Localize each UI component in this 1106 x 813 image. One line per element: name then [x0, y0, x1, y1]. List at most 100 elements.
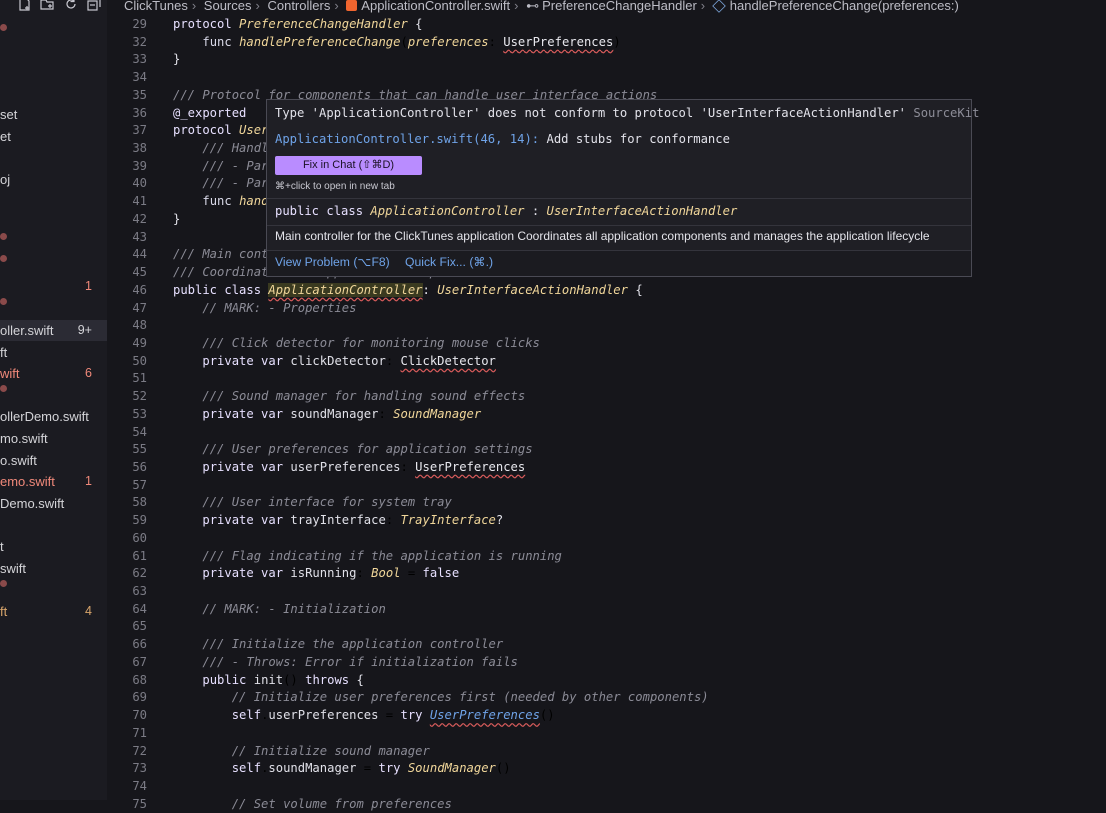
- code-text[interactable]: private var isRunning: Bool = false: [173, 565, 459, 583]
- problem-count-badge: 4: [85, 604, 92, 618]
- code-line[interactable]: 54: [107, 424, 1106, 442]
- code-text[interactable]: /// Flag indicating if the application i…: [173, 548, 562, 566]
- code-line[interactable]: 50 private var clickDetector: ClickDetec…: [107, 353, 1106, 371]
- location-link[interactable]: ApplicationController.swift(46, 14):: [275, 132, 539, 146]
- file-tree-status-row[interactable]: [0, 385, 7, 392]
- code-line[interactable]: 34: [107, 69, 1106, 87]
- fix-in-chat-button[interactable]: Fix in Chat (⇧⌘D): [275, 156, 422, 175]
- code-line[interactable]: 63: [107, 583, 1106, 601]
- quick-fix-link[interactable]: Quick Fix... (⌘.): [405, 255, 493, 269]
- file-tree-item[interactable]: t: [0, 536, 107, 557]
- file-tree-item[interactable]: o.swift: [0, 450, 107, 471]
- code-line[interactable]: 60: [107, 530, 1106, 548]
- new-folder-icon[interactable]: [40, 0, 54, 11]
- file-tree-status-row[interactable]: [0, 580, 7, 587]
- file-tree-item[interactable]: emo.swift 1: [0, 471, 107, 492]
- refresh-icon[interactable]: [64, 0, 78, 11]
- code-line[interactable]: 69 // Initialize user preferences first …: [107, 689, 1106, 707]
- chevron-right-icon: ›: [514, 0, 519, 14]
- code-line[interactable]: 73 self.soundManager = try SoundManager(…: [107, 760, 1106, 778]
- code-line[interactable]: 65: [107, 618, 1106, 636]
- code-line[interactable]: 56 private var userPreferences: UserPref…: [107, 459, 1106, 477]
- code-line[interactable]: 67 /// - Throws: Error if initialization…: [107, 654, 1106, 672]
- line-number: 46: [132, 282, 147, 297]
- code-line[interactable]: 74: [107, 778, 1106, 796]
- breadcrumb-item-method[interactable]: handlePreferenceChange(preferences:): [730, 0, 959, 13]
- collapse-all-icon[interactable]: [87, 0, 101, 11]
- code-line[interactable]: 70 self.userPreferences = try UserPrefer…: [107, 707, 1106, 725]
- file-tree-item[interactable]: oller.swift 9+: [0, 320, 107, 341]
- code-line[interactable]: 71: [107, 725, 1106, 743]
- breadcrumb-item-sources[interactable]: Sources: [204, 0, 252, 13]
- code-text[interactable]: // Initialize user preferences first (ne…: [173, 689, 709, 707]
- code-line[interactable]: 55 /// User preferences for application …: [107, 441, 1106, 459]
- code-line[interactable]: 52 /// Sound manager for handling sound …: [107, 388, 1106, 406]
- file-tree-status-row[interactable]: [0, 24, 7, 31]
- file-tree-item[interactable]: ft: [0, 342, 107, 363]
- code-text[interactable]: // Set volume from preferences: [173, 796, 452, 813]
- file-tree-item[interactable]: ft 4: [0, 601, 107, 622]
- code-line[interactable]: 68 public init() throws {: [107, 672, 1106, 690]
- breadcrumb-item-file[interactable]: ApplicationController.swift: [361, 0, 510, 13]
- code-text[interactable]: /// User preferences for application set…: [173, 441, 532, 459]
- code-text[interactable]: }: [173, 211, 180, 229]
- new-file-icon[interactable]: [17, 0, 31, 11]
- code-text[interactable]: self.soundManager = try SoundManager(): [173, 760, 511, 778]
- breadcrumb-item-protocol[interactable]: PreferenceChangeHandler: [542, 0, 697, 13]
- code-line[interactable]: 61 /// Flag indicating if the applicatio…: [107, 548, 1106, 566]
- code-line[interactable]: 57: [107, 477, 1106, 495]
- code-text[interactable]: private var soundManager: SoundManager: [173, 406, 481, 424]
- code-text[interactable]: func handlePreferenceChange(preferences:…: [173, 34, 620, 52]
- sig-sep: :: [524, 204, 547, 218]
- code-text[interactable]: @_exported: [173, 105, 246, 123]
- code-line[interactable]: 58 /// User interface for system tray: [107, 494, 1106, 512]
- code-line[interactable]: 33}: [107, 51, 1106, 69]
- code-text[interactable]: }: [173, 51, 180, 69]
- code-line[interactable]: 29 protocol PreferenceChangeHandler {: [107, 16, 1106, 34]
- file-tree-item[interactable]: Demo.swift: [0, 493, 107, 514]
- view-problem-link[interactable]: View Problem (⌥F8): [275, 255, 390, 269]
- file-tree-item[interactable]: swift: [0, 558, 107, 579]
- code-text[interactable]: public init() throws {: [173, 672, 363, 690]
- code-line[interactable]: 51: [107, 370, 1106, 388]
- code-line[interactable]: 62 private var isRunning: Bool = false: [107, 565, 1106, 583]
- code-line[interactable]: 48: [107, 317, 1106, 335]
- code-line[interactable]: 53 private var soundManager: SoundManage…: [107, 406, 1106, 424]
- file-tree-item[interactable]: wift 6: [0, 363, 107, 384]
- file-tree-item[interactable]: mo.swift: [0, 428, 107, 449]
- related-location: ApplicationController.swift(46, 14): Add…: [275, 132, 730, 146]
- file-tree-item[interactable]: set: [0, 104, 107, 125]
- file-tree-item[interactable]: 1: [0, 276, 107, 297]
- code-text[interactable]: // Initialize sound manager: [173, 743, 430, 761]
- code-text[interactable]: // MARK: - Initialization: [173, 601, 385, 619]
- code-text[interactable]: private var clickDetector: ClickDetector: [173, 353, 496, 371]
- code-text[interactable]: protocol PreferenceChangeHandler {: [173, 16, 423, 34]
- code-line[interactable]: 66 /// Initialize the application contro…: [107, 636, 1106, 654]
- code-text[interactable]: /// User interface for system tray: [173, 494, 451, 512]
- code-line[interactable]: 32 func handlePreferenceChange(preferenc…: [107, 34, 1106, 52]
- code-text[interactable]: private var userPreferences: UserPrefere…: [173, 459, 525, 477]
- code-text[interactable]: /// Sound manager for handling sound eff…: [173, 388, 525, 406]
- code-line[interactable]: 46 public class ApplicationController: Us…: [107, 282, 1106, 300]
- code-text[interactable]: // MARK: - Properties: [173, 300, 356, 318]
- file-tree-item[interactable]: et: [0, 126, 107, 147]
- file-tree-status-row[interactable]: [0, 233, 7, 240]
- file-tree-status-row[interactable]: [0, 255, 7, 262]
- code-text[interactable]: self.userPreferences = try UserPreferenc…: [173, 707, 555, 725]
- file-tree-item[interactable]: ollerDemo.swift: [0, 406, 107, 427]
- code-text[interactable]: /// Initialize the application controlle…: [173, 636, 503, 654]
- code-line[interactable]: 64 // MARK: - Initialization: [107, 601, 1106, 619]
- breadcrumb-item-controllers[interactable]: Controllers: [267, 0, 330, 13]
- breadcrumb-item-project[interactable]: ClickTunes: [124, 0, 188, 13]
- code-text[interactable]: private var trayInterface: TrayInterface…: [173, 512, 503, 530]
- file-tree-status-row[interactable]: [0, 298, 7, 305]
- code-line[interactable]: 49 /// Click detector for monitoring mou…: [107, 335, 1106, 353]
- file-tree-item[interactable]: oj: [0, 169, 107, 190]
- code-line[interactable]: 59 private var trayInterface: TrayInterf…: [107, 512, 1106, 530]
- code-line[interactable]: 75 // Set volume from preferences: [107, 796, 1106, 813]
- code-line[interactable]: 72 // Initialize sound manager: [107, 743, 1106, 761]
- code-text[interactable]: /// Click detector for monitoring mouse …: [173, 335, 540, 353]
- code-text[interactable]: /// - Throws: Error if initialization fa…: [173, 654, 518, 672]
- code-text[interactable]: public class ApplicationController: User…: [173, 282, 643, 300]
- code-line[interactable]: 47 // MARK: - Properties: [107, 300, 1106, 318]
